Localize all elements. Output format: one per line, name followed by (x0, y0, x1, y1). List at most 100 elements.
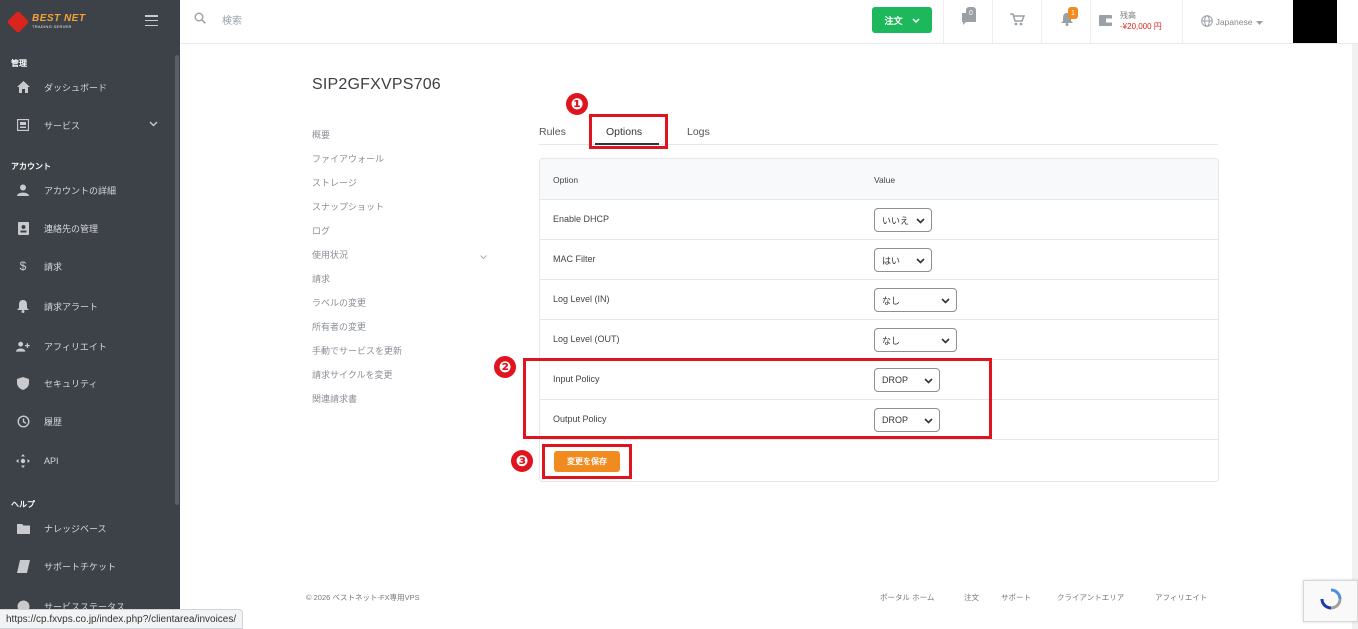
cart-button[interactable] (992, 0, 1042, 43)
folder-icon (16, 521, 30, 535)
sidebar-item-account-details[interactable]: アカウントの詳細 (0, 177, 176, 203)
mac-filter-select[interactable]: はい (874, 248, 932, 272)
footer-link-order[interactable]: 注文 (964, 592, 979, 603)
history-icon (16, 414, 30, 428)
wallet-icon (1099, 13, 1112, 31)
subnav-change-cycle[interactable]: 請求サイクルを変更 (312, 368, 393, 381)
search-input[interactable]: 検索 (222, 12, 242, 27)
annotation-box-policies (523, 358, 992, 439)
subnav-log[interactable]: ログ (312, 224, 330, 237)
home-icon (16, 80, 30, 94)
subnav-firewall[interactable]: ファイアウォール (312, 152, 384, 165)
top-header: 検索 注文 0 1 残高 -¥20,000 円 Japanese (180, 0, 1358, 44)
logo[interactable]: BEST NET TRADING SERVER (0, 0, 180, 43)
sidebar-scrollbar[interactable] (175, 55, 179, 505)
sidebar-item-label: ナレッジベース (44, 523, 107, 534)
subnav-snapshot[interactable]: スナップショット (312, 200, 384, 213)
affiliate-icon (16, 339, 30, 353)
user-icon (16, 183, 30, 197)
sidebar-item-label: 請求 (44, 261, 63, 272)
api-icon (16, 454, 30, 468)
sidebar-item-billing-alerts[interactable]: 請求アラート (0, 293, 176, 319)
footer-link-client-area[interactable]: クライアントエリア (1057, 592, 1124, 603)
recaptcha-icon (1320, 588, 1342, 615)
enable-dhcp-select[interactable]: いいえ (874, 208, 932, 232)
select-value: いいえ (882, 215, 910, 226)
balance-value: -¥20,000 円 (1120, 22, 1162, 31)
sidebar-item-label: サービス (44, 120, 81, 131)
sidebar-item-contacts[interactable]: 連絡先の管理 (0, 215, 176, 241)
sidebar-item-label: 履歴 (44, 416, 63, 427)
avatar[interactable] (1293, 0, 1337, 43)
option-label: Log Level (IN) (553, 294, 610, 304)
subnav-related-invoices[interactable]: 関連請求書 (312, 392, 357, 405)
chevron-down-icon (480, 246, 487, 264)
globe-icon (1200, 14, 1213, 29)
sidebar-item-label: アフィリエイト (44, 341, 107, 352)
dollar-icon: $ (19, 259, 27, 273)
sidebar-item-label: 請求アラート (44, 301, 99, 312)
balance-widget[interactable]: 残高 -¥20,000 円 (1090, 0, 1182, 43)
messages-button[interactable]: 0 (943, 0, 993, 43)
footer-link-affiliate[interactable]: アフィリエイト (1155, 592, 1207, 603)
sidebar-item-dashboard[interactable]: ダッシュボード (0, 74, 176, 100)
subnav-overview[interactable]: 概要 (312, 128, 330, 141)
table-row: Log Level (OUT) なし (540, 320, 1218, 360)
balance-label: 残高 (1120, 11, 1136, 20)
sidebar-item-support-tickets[interactable]: サポートチケット (0, 553, 176, 579)
sidebar-item-knowledgebase[interactable]: ナレッジベース (0, 515, 176, 541)
annotation-marker-3: ❸ (511, 450, 533, 472)
section-help: ヘルプ (11, 500, 35, 509)
chevron-down-icon (911, 16, 920, 25)
sidebar-item-label: API (44, 456, 59, 466)
select-value: なし (882, 335, 901, 346)
sidebar-item-history[interactable]: 履歴 (0, 408, 176, 434)
select-value: なし (882, 295, 901, 306)
sidebar-item-affiliate[interactable]: アフィリエイト (0, 333, 176, 359)
logo-subtitle: TRADING SERVER (32, 24, 72, 29)
annotation-box-save (542, 444, 632, 479)
contact-icon (16, 221, 30, 235)
sidebar-item-label: サポートチケット (44, 561, 117, 572)
sidebar-item-services[interactable]: サービス (0, 112, 176, 138)
subnav-usage[interactable]: 使用状況 (312, 248, 348, 261)
search-bar[interactable]: 検索 (194, 12, 242, 27)
cart-icon (1010, 12, 1026, 31)
log-level-in-select[interactable]: なし (874, 288, 957, 312)
chevron-down-icon (916, 216, 925, 226)
tab-rules[interactable]: Rules (539, 126, 566, 138)
sidebar-item-label: アカウントの詳細 (44, 185, 117, 196)
service-icon (16, 118, 30, 132)
tab-logs[interactable]: Logs (687, 126, 710, 138)
subnav-change-label[interactable]: ラベルの変更 (312, 296, 366, 309)
table-row: Enable DHCP いいえ (540, 200, 1218, 240)
notifications-button[interactable]: 1 (1041, 0, 1091, 43)
subnav-manual-renew[interactable]: 手動でサービスを更新 (312, 344, 402, 357)
order-button[interactable]: 注文 (872, 7, 932, 33)
language-selector[interactable]: Japanese (1182, 0, 1281, 43)
sidebar-item-api[interactable]: API (0, 448, 176, 474)
status-bar-url: https://cp.fxvps.co.jp/index.php?/client… (0, 609, 244, 629)
annotation-marker-2: ❷ (494, 356, 516, 378)
sidebar-item-billing[interactable]: $ 請求 (0, 253, 176, 279)
chevron-down-icon (149, 119, 158, 129)
table-row: MAC Filter はい (540, 240, 1218, 280)
log-level-out-select[interactable]: なし (874, 328, 957, 352)
messages-badge: 0 (966, 7, 976, 19)
footer-link-portal-home[interactable]: ポータル ホーム (880, 592, 934, 603)
notifications-badge: 1 (1068, 7, 1078, 19)
sidebar-item-security[interactable]: セキュリティ (0, 370, 176, 396)
ticket-icon (16, 559, 30, 573)
recaptcha-badge[interactable] (1303, 580, 1358, 622)
menu-toggle-icon[interactable] (145, 15, 158, 26)
page-title: SIP2GFXVPS706 (312, 76, 441, 93)
select-value: はい (882, 255, 901, 266)
footer-link-support[interactable]: サポート (1001, 592, 1031, 603)
page-scrollbar[interactable] (1352, 44, 1358, 629)
subnav-change-owner[interactable]: 所有者の変更 (312, 320, 366, 333)
subnav-billing[interactable]: 請求 (312, 272, 330, 285)
chevron-down-icon (916, 256, 925, 266)
subnav-storage[interactable]: ストレージ (312, 176, 357, 189)
option-label: Log Level (OUT) (553, 334, 620, 344)
table-header: Option Value (540, 159, 1218, 200)
